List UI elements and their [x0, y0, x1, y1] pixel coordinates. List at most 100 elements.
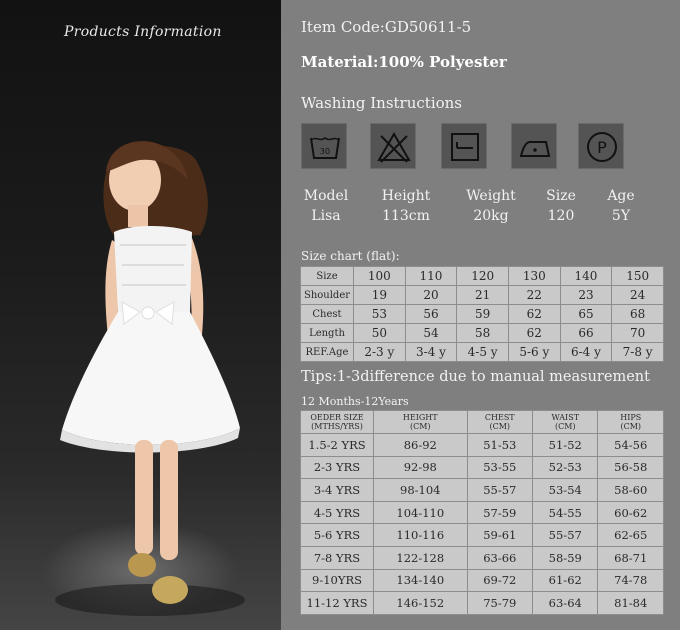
table-cell: 2-3 y	[353, 342, 406, 362]
tips-text: Tips:1-3difference due to manual measure…	[301, 369, 650, 385]
table-cell: 5-6 y	[507, 342, 561, 362]
table-row: Chest 53 56 59 62 65 68	[300, 304, 664, 324]
table-cell: 54-55	[532, 500, 599, 525]
table-cell: Size	[300, 266, 354, 286]
header-line: CHEST	[484, 413, 515, 422]
table-cell: 1.5-2 YRS	[300, 433, 374, 457]
table-row: Length 50 54 58 62 66 70	[300, 323, 664, 343]
table-cell: 55-57	[532, 523, 599, 547]
spec-label: Weight	[466, 188, 516, 204]
header-line: WAIST	[551, 413, 580, 422]
table-cell: 2-3 YRS	[300, 455, 374, 480]
table-cell: 122-128	[373, 545, 468, 570]
table-cell: 6-4 y	[559, 342, 613, 362]
table-cell: 7-8 y	[611, 342, 664, 362]
table-cell: 21	[456, 285, 509, 305]
table-cell: 134-140	[373, 568, 468, 593]
table-cell: 61-62	[532, 568, 599, 593]
header-line: HEIGHT	[402, 413, 438, 422]
table-cell: 50	[353, 323, 406, 343]
table-cell: 74-78	[597, 568, 664, 593]
spec-label: Size	[546, 188, 576, 204]
table-cell: 92-98	[373, 455, 468, 480]
table-cell: REF.Age	[300, 342, 354, 362]
table-cell: 140	[559, 266, 613, 286]
table-cell: 68-71	[597, 545, 664, 570]
table-cell: 63-66	[466, 545, 534, 570]
table-cell: 98-104	[373, 478, 468, 502]
model-specs: Model Lisa Height 113cm Weight 20kg Size…	[301, 186, 641, 226]
table-row: REF.Age 2-3 y 3-4 y 4-5 y 5-6 y 6-4 y 7-…	[300, 342, 664, 362]
table-cell: 22	[507, 285, 561, 305]
header-cell-waist: WAIST (CM)	[532, 410, 599, 434]
table-cell: 54	[404, 323, 458, 343]
header-cell-chest: CHEST (CM)	[466, 410, 534, 434]
header-cell-order-size: OEDER SIZE (MTHS/YRS)	[300, 410, 374, 434]
table-cell: 57-59	[466, 500, 534, 525]
table-cell: 9-10YRS	[300, 568, 374, 593]
table-cell: 58-60	[597, 478, 664, 502]
table-cell: 104-110	[373, 500, 468, 525]
table-cell: 81-84	[597, 591, 664, 615]
svg-text:30: 30	[320, 147, 330, 156]
table-row: 11-12 YRS 146-152 75-79 63-64 81-84	[300, 591, 664, 615]
wash-30-icon: 30	[301, 123, 347, 169]
table-cell: 66	[559, 323, 613, 343]
table-cell: 86-92	[373, 433, 468, 457]
tumble-dry-icon	[441, 123, 487, 169]
table-cell: 55-57	[466, 478, 534, 502]
table-cell: 65	[559, 304, 613, 324]
table-row: 4-5 YRS 104-110 57-59 54-55 60-62	[300, 500, 664, 525]
header-line: (CM)	[554, 422, 576, 431]
spec-size: Size 120	[536, 186, 586, 226]
header-line: OEDER SIZE	[310, 413, 364, 422]
table-cell: 53-55	[466, 455, 534, 480]
no-bleach-icon	[370, 123, 416, 169]
table-cell: 20	[404, 285, 458, 305]
table-cell: 63-64	[532, 591, 599, 615]
size-chart-title: Size chart (flat):	[301, 249, 400, 263]
table-cell: 56	[404, 304, 458, 324]
table-cell: Chest	[300, 304, 354, 324]
table-cell: 3-4 y	[404, 342, 458, 362]
table-cell: 56-58	[597, 455, 664, 480]
table-cell: 62-65	[597, 523, 664, 547]
table-cell: 62	[507, 304, 561, 324]
girl-in-white-dress-illustration	[55, 141, 245, 616]
spec-weight: Weight 20kg	[456, 186, 526, 226]
info-panel: Item Code:GD50611-5 Material:100% Polyes…	[281, 0, 680, 630]
table-cell: 62	[507, 323, 561, 343]
header-line: HIPS	[620, 413, 642, 422]
table-cell: 23	[559, 285, 613, 305]
iron-low-icon	[511, 123, 557, 169]
spec-value: 113cm	[382, 208, 430, 224]
washing-instructions-title: Washing Instructions	[301, 94, 463, 112]
spec-label: Age	[607, 188, 635, 204]
table-row: Shoulder 19 20 21 22 23 24	[300, 285, 664, 305]
table-cell: 53-54	[532, 478, 599, 502]
table-cell: 120	[456, 266, 509, 286]
table-cell: 58-59	[532, 545, 599, 570]
product-photo: Products Information	[0, 0, 281, 630]
table-cell: 3-4 YRS	[300, 478, 374, 502]
spec-value: 120	[547, 208, 575, 224]
table-cell: 53	[353, 304, 406, 324]
months-range-title: 12 Months-12Years	[301, 395, 409, 408]
product-info-page: Products Information Item Code:GD50611-5…	[0, 0, 680, 630]
table-cell: Shoulder	[300, 285, 354, 305]
table-row: 3-4 YRS 98-104 55-57 53-54 58-60	[300, 478, 664, 502]
table-cell: Length	[300, 323, 354, 343]
table-cell: 24	[611, 285, 664, 305]
spec-age: Age 5Y	[596, 186, 646, 226]
table-row: 2-3 YRS 92-98 53-55 52-53 56-58	[300, 455, 664, 480]
table-cell: 11-12 YRS	[300, 591, 374, 615]
table-cell: 7-8 YRS	[300, 545, 374, 570]
table-cell: 110	[404, 266, 458, 286]
table-cell: 4-5 y	[456, 342, 509, 362]
header-line: (CM)	[409, 422, 431, 431]
dry-clean-p-icon: P	[578, 123, 624, 169]
table-cell: 51-52	[532, 433, 599, 457]
spec-model: Model Lisa	[301, 186, 351, 226]
table-cell: 69-72	[466, 568, 534, 593]
table-cell: 4-5 YRS	[300, 500, 374, 525]
